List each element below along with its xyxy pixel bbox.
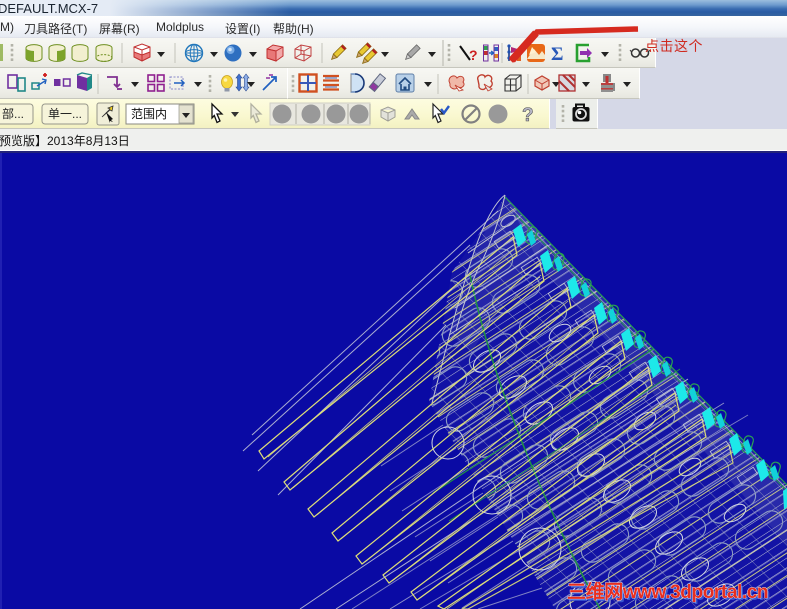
svg-text:部...: 部... xyxy=(2,106,24,121)
svg-text:范围内: 范围内 xyxy=(131,107,167,121)
svg-text:Σ: Σ xyxy=(551,44,563,65)
svg-text:?: ? xyxy=(522,105,534,126)
svg-text:单一...: 单一... xyxy=(48,107,82,121)
svg-text:三维网www.3dportal.cn: 三维网www.3dportal.cn xyxy=(567,580,768,603)
svg-text:?: ? xyxy=(469,47,478,63)
